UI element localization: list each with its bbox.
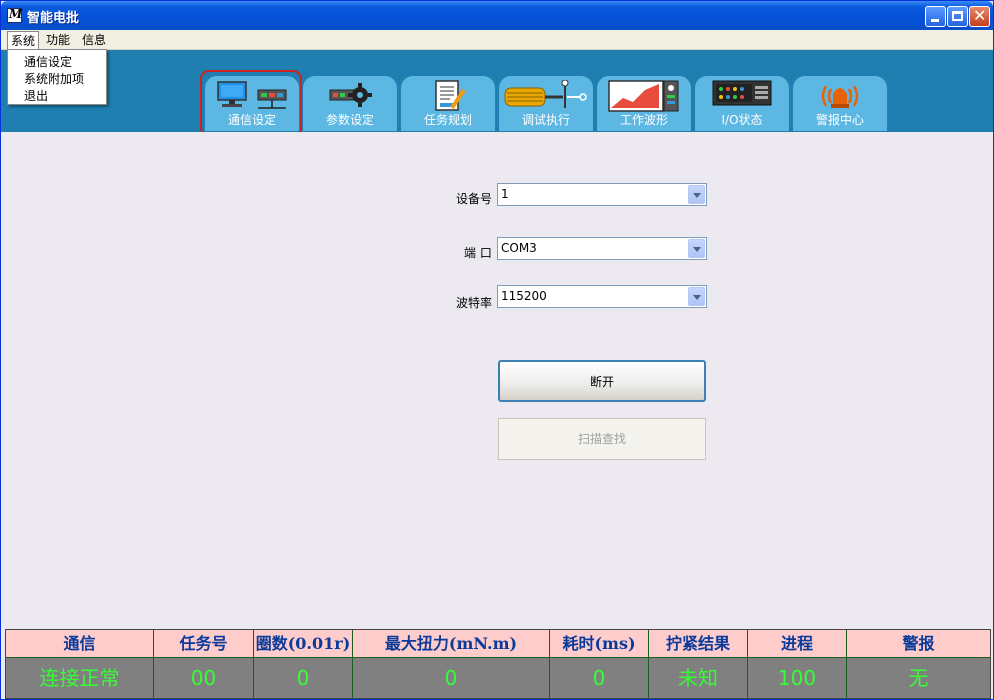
status-col-comm: 通信 连接正常 [6,630,154,698]
status-header: 圈数(0.01r) [254,630,352,658]
status-value: 连接正常 [6,658,153,698]
tab-debug-run[interactable]: 调试执行 [499,76,593,131]
status-header: 警报 [847,630,990,658]
selected-tab-highlight [200,70,302,137]
status-col-result: 拧紧结果 未知 [649,630,748,698]
tab-label: 调试执行 [521,113,570,127]
menu-function[interactable]: 功能 [43,31,73,49]
tab-task-planning[interactable]: 任务规划 [401,76,495,131]
status-header: 进程 [748,630,846,658]
tab-waveform[interactable]: 工作波形 [597,76,691,131]
status-col-time: 耗时(ms) 0 [550,630,649,698]
port-value: COM3 [501,241,537,255]
status-header: 耗时(ms) [550,630,648,658]
device-select[interactable]: 1 [497,183,707,206]
status-col-progress: 进程 100 [748,630,847,698]
disconnect-button[interactable]: 断开 [498,360,706,402]
baud-label: 波特率 [456,296,493,310]
menu-bar: 系统 功能 信息 [1,30,993,50]
maximize-button[interactable] [947,6,968,27]
menu-item-comm-settings[interactable]: 通信设定 [24,53,72,70]
document-edit-icon [435,80,466,111]
status-table: 通信 连接正常 任务号 00 圈数(0.01r) 0 最大扭力(mN.m) 0 … [5,629,991,699]
title-bar[interactable]: 智能电批 ✕ [1,1,993,30]
status-col-torque: 最大扭力(mN.m) 0 [353,630,550,698]
screwdriver-icon [504,80,587,108]
menu-system[interactable]: 系统 [7,31,40,49]
port-select[interactable]: COM3 [497,237,707,260]
status-header: 拧紧结果 [649,630,747,658]
status-header: 任务号 [154,630,253,658]
status-value: 100 [748,658,846,698]
chevron-down-icon[interactable] [688,287,705,306]
tab-label: 警报中心 [815,113,864,127]
baud-value: 115200 [501,289,547,303]
tab-alarm-center[interactable]: 警报中心 [793,76,887,131]
main-content: 设备号 1 端 口 COM3 波特率 115200 断开 扫描查找 [1,132,993,629]
scan-button[interactable]: 扫描查找 [498,418,706,460]
status-header: 最大扭力(mN.m) [353,630,549,658]
tab-io-status[interactable]: I/O状态 [695,76,789,131]
waveform-icon [608,80,679,112]
device-label: 设备号 [456,192,493,206]
status-col-task: 任务号 00 [154,630,254,698]
minimize-button[interactable] [925,6,946,27]
status-value: 无 [847,658,990,698]
chevron-down-icon[interactable] [688,185,705,204]
io-panel-icon [712,80,772,106]
status-value: 00 [154,658,253,698]
maximize-icon [952,11,963,21]
status-value: 0 [254,658,352,698]
menu-info[interactable]: 信息 [79,31,109,49]
menu-item-system-addons[interactable]: 系统附加项 [24,70,84,87]
port-label: 端 口 [464,246,492,260]
system-menu-dropdown: 通信设定 系统附加项 退出 [7,49,107,105]
baud-select[interactable]: 115200 [497,285,707,308]
tab-band: 通信设定 参数设定 任务规划 调试执行 工作波形 I/O状态 警报中心 [1,50,993,132]
status-col-alarm: 警报 无 [847,630,990,698]
chevron-down-icon[interactable] [688,239,705,258]
menu-item-exit[interactable]: 退出 [24,87,48,104]
tab-label: 任务规划 [423,113,472,127]
status-value: 0 [353,658,549,698]
alarm-bell-icon [821,85,859,108]
device-value: 1 [501,187,509,201]
app-icon [7,7,22,23]
tab-label: 工作波形 [619,113,668,127]
status-value: 未知 [649,658,747,698]
app-window: 智能电批 ✕ 系统 功能 信息 通信设定 [0,0,994,700]
window-title: 智能电批 [27,11,80,26]
gear-device-icon [329,83,372,107]
status-col-turns: 圈数(0.01r) 0 [254,630,353,698]
close-icon: ✕ [973,6,987,25]
tab-label: I/O状态 [721,113,763,127]
close-button[interactable]: ✕ [969,6,990,27]
tab-label: 参数设定 [325,113,374,127]
status-value: 0 [550,658,648,698]
status-header: 通信 [6,630,153,658]
minimize-icon [931,19,939,22]
tab-param-settings[interactable]: 参数设定 [303,76,397,131]
